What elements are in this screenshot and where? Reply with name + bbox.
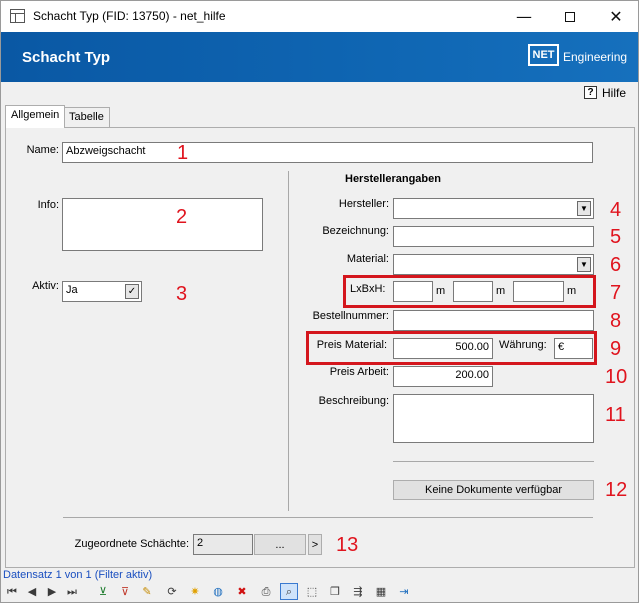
zugeordnete-count: 2 [193,534,253,555]
aktiv-select[interactable]: Ja ✓ [62,281,142,302]
material-label: Material: [346,253,389,265]
edit-pencil-icon[interactable]: ✎ [138,583,156,600]
zoom-icon[interactable]: ⌕ [280,583,298,600]
zugeordnete-label: Zugeordnete Schächte: [74,538,189,550]
table-export-icon[interactable]: ▦ [372,583,390,600]
split-icon[interactable]: ⇶ [349,583,367,600]
beschreibung-textarea[interactable] [393,394,594,443]
refresh-icon[interactable]: ⟳ [163,583,181,600]
net-logo: NET [528,44,559,66]
annotation-4: 4 [610,199,622,221]
copy-icon[interactable]: ❐ [326,583,344,600]
bestellnummer-input[interactable] [393,310,594,331]
divider [393,461,594,462]
globe-icon[interactable]: ◍ [209,583,227,600]
help-icon[interactable]: ? [584,86,597,99]
page-title: Schacht Typ [22,49,111,66]
annotation-5: 5 [610,226,622,248]
annotation-13: 13 [336,534,359,556]
logo-text: Engineering [563,50,628,64]
exit-icon[interactable]: ⇥ [395,583,413,600]
zugeordnete-next-button[interactable]: > [308,534,322,555]
previous-record-icon[interactable]: ◀ [23,583,41,600]
divider [63,517,593,518]
next-record-icon[interactable]: ▶ [43,583,61,600]
zugeordnete-browse-button[interactable]: ... [254,534,306,555]
column-divider [288,171,289,511]
info-label: Info: [37,199,59,211]
new-record-icon[interactable]: ✷ [186,583,204,600]
checkmark-icon[interactable]: ✓ [125,284,139,299]
annotation-8: 8 [610,310,622,332]
remove-filter-icon[interactable]: ⊽ [116,583,134,600]
status-bar: Datensatz 1 von 1 (Filter aktiv) ⏮ ◀ ▶ ⏭… [1,568,638,602]
hersteller-section-title: Herstellerangaben [345,173,441,185]
help-bar: ? Hilfe [1,82,638,104]
annotation-2: 2 [176,206,188,228]
print-icon[interactable]: ⎙ [257,583,275,600]
dokumente-button[interactable]: Keine Dokumente verfügbar [393,480,594,500]
record-status: Datensatz 1 von 1 (Filter aktiv) [3,569,153,581]
annotation-11: 11 [605,404,626,426]
bezeichnung-label: Bezeichnung: [322,225,389,237]
preis-material-label: Preis Material: [316,339,387,351]
annotation-1: 1 [177,142,189,164]
height-input[interactable] [513,281,564,302]
annotation-12: 12 [605,479,628,501]
length-input[interactable] [393,281,433,302]
select-area-icon[interactable]: ⬚ [303,583,321,600]
width-unit: m [496,285,506,297]
last-record-icon[interactable]: ⏭ [63,583,81,600]
maximize-icon [565,11,575,22]
close-button[interactable]: ✕ [593,1,639,32]
annotation-3: 3 [176,283,188,305]
annotation-7: 7 [610,282,622,304]
height-unit: m [567,285,577,297]
tab-tabelle[interactable]: Tabelle [63,107,110,127]
waehrung-input[interactable]: € [554,338,593,359]
info-textarea[interactable] [62,198,263,251]
preis-arbeit-input[interactable]: 200.00 [393,366,493,387]
preis-arbeit-label: Preis Arbeit: [329,366,389,378]
length-unit: m [436,285,446,297]
width-input[interactable] [453,281,493,302]
window-title: Schacht Typ (FID: 13750) - net_hilfe [33,9,226,23]
hersteller-select[interactable]: ▼ [393,198,594,219]
hersteller-label: Hersteller: [338,198,389,210]
delete-icon[interactable]: ✖ [233,583,251,600]
maximize-button[interactable] [547,1,593,32]
aktiv-value: Ja [66,284,78,296]
bestellnummer-label: Bestellnummer: [312,310,389,322]
waehrung-label: Währung: [499,339,547,351]
minimize-button[interactable]: — [501,1,547,32]
tab-allgemein[interactable]: Allgemein [5,105,66,128]
preis-material-input[interactable]: 500.00 [393,338,493,359]
lxbxh-label: LxBxH: [350,283,386,295]
aktiv-label: Aktiv: [32,280,59,292]
name-input[interactable]: Abzweigschacht [62,142,593,163]
add-filter-icon[interactable]: ⊻ [94,583,112,600]
table-window-icon [10,9,25,23]
annotation-10: 10 [605,366,628,388]
title-bar: Schacht Typ (FID: 13750) - net_hilfe — ✕ [1,1,638,32]
header-banner: Schacht Typ NET Engineering [1,32,638,82]
bezeichnung-input[interactable] [393,226,594,247]
annotation-9: 9 [610,338,622,360]
dropdown-arrow-icon[interactable]: ▼ [577,257,591,272]
help-link[interactable]: Hilfe [602,86,626,100]
first-record-icon[interactable]: ⏮ [3,583,21,600]
application-window: Schacht Typ (FID: 13750) - net_hilfe — ✕… [0,0,639,603]
annotation-6: 6 [610,254,622,276]
beschreibung-label: Beschreibung: [318,395,389,407]
material-select[interactable]: ▼ [393,254,594,275]
name-label: Name: [26,144,59,156]
dropdown-arrow-icon[interactable]: ▼ [577,201,591,216]
